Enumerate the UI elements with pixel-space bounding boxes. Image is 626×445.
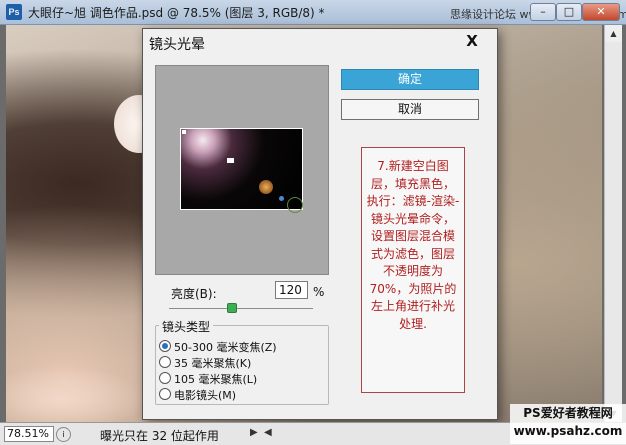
preview-thumbnail[interactable] xyxy=(180,128,303,213)
flare-spot-blue xyxy=(279,196,284,201)
site-watermark-line2: www.psahz.com xyxy=(513,424,623,438)
ok-button[interactable]: 确定 xyxy=(341,69,479,90)
lens-option-35[interactable]: 35 毫米聚焦(K) xyxy=(159,355,251,371)
radio-icon[interactable] xyxy=(159,356,171,368)
tutorial-note: 7.新建空白图层，填充黑色，执行：滤镜-渲染-镜头光晕命令，设置图层混合模式为滤… xyxy=(361,147,465,393)
lens-option-label: 电影镜头(M) xyxy=(174,389,237,402)
radio-icon[interactable] xyxy=(159,372,171,384)
window-close-button[interactable]: ✕ xyxy=(582,3,620,21)
brightness-unit: % xyxy=(313,285,325,299)
photoshop-app-icon: Ps xyxy=(6,4,22,20)
dialog-title: 镜头光晕 xyxy=(149,37,205,53)
lens-flare-dialog: 镜头光晕 X 确定 取消 7.新建空白图层，填充黑色，执行：滤镜-渲染-镜头光晕… xyxy=(142,28,498,420)
flare-orb xyxy=(259,180,273,194)
cancel-button[interactable]: 取消 xyxy=(341,99,479,120)
scroll-left-icon[interactable]: ◀ xyxy=(264,427,272,438)
radio-selected-icon[interactable] xyxy=(159,340,171,352)
minimize-icon: – xyxy=(540,5,546,18)
radio-icon[interactable] xyxy=(159,388,171,400)
dialog-close-button[interactable]: X xyxy=(461,31,483,51)
status-info-text: 曝光只在 32 位起作用 xyxy=(100,429,219,443)
brightness-label: 亮度(B): xyxy=(171,287,217,301)
brightness-slider-track[interactable] xyxy=(169,308,313,309)
brightness-input[interactable]: 120 xyxy=(275,281,308,299)
lens-option-movie[interactable]: 电影镜头(M) xyxy=(159,387,236,403)
flare-preview[interactable] xyxy=(155,65,329,275)
flare-ring-green xyxy=(287,197,303,213)
site-watermark: PS爱好者教程网 www.psahz.com xyxy=(510,404,626,444)
lens-option-105[interactable]: 105 毫米聚焦(L) xyxy=(159,371,257,387)
flare-center-marker[interactable] xyxy=(227,158,234,163)
status-menu-icon[interactable]: ▶ xyxy=(250,427,258,438)
photo-shoulder xyxy=(6,365,146,422)
vertical-scrollbar[interactable]: ▲ ▼ xyxy=(604,25,622,422)
brightness-slider-thumb[interactable] xyxy=(226,303,237,313)
zoom-level-field[interactable]: 78.51% xyxy=(4,426,54,442)
minimize-button[interactable]: – xyxy=(530,3,556,21)
lens-option-label: 50-300 毫米变焦(Z) xyxy=(174,341,277,354)
lens-option-label: 35 毫米聚焦(K) xyxy=(174,357,252,370)
document-title-bar: Ps 大眼仔~旭 调色作品.psd @ 78.5% (图层 3, RGB/8) … xyxy=(0,0,626,25)
lens-option-50-300[interactable]: 50-300 毫米变焦(Z) xyxy=(159,339,277,355)
scroll-up-icon[interactable]: ▲ xyxy=(605,25,622,42)
lens-type-label: 镜头类型 xyxy=(159,318,214,335)
maximize-button[interactable]: □ xyxy=(556,3,582,21)
maximize-icon: □ xyxy=(563,5,575,18)
site-watermark-line1: PS爱好者教程网 xyxy=(523,406,613,420)
status-info-icon[interactable]: i xyxy=(56,427,71,442)
lens-option-label: 105 毫米聚焦(L) xyxy=(174,373,258,386)
document-title: 大眼仔~旭 调色作品.psd @ 78.5% (图层 3, RGB/8) * xyxy=(28,6,325,20)
corner-handle xyxy=(182,130,186,134)
close-icon: ✕ xyxy=(596,5,606,18)
